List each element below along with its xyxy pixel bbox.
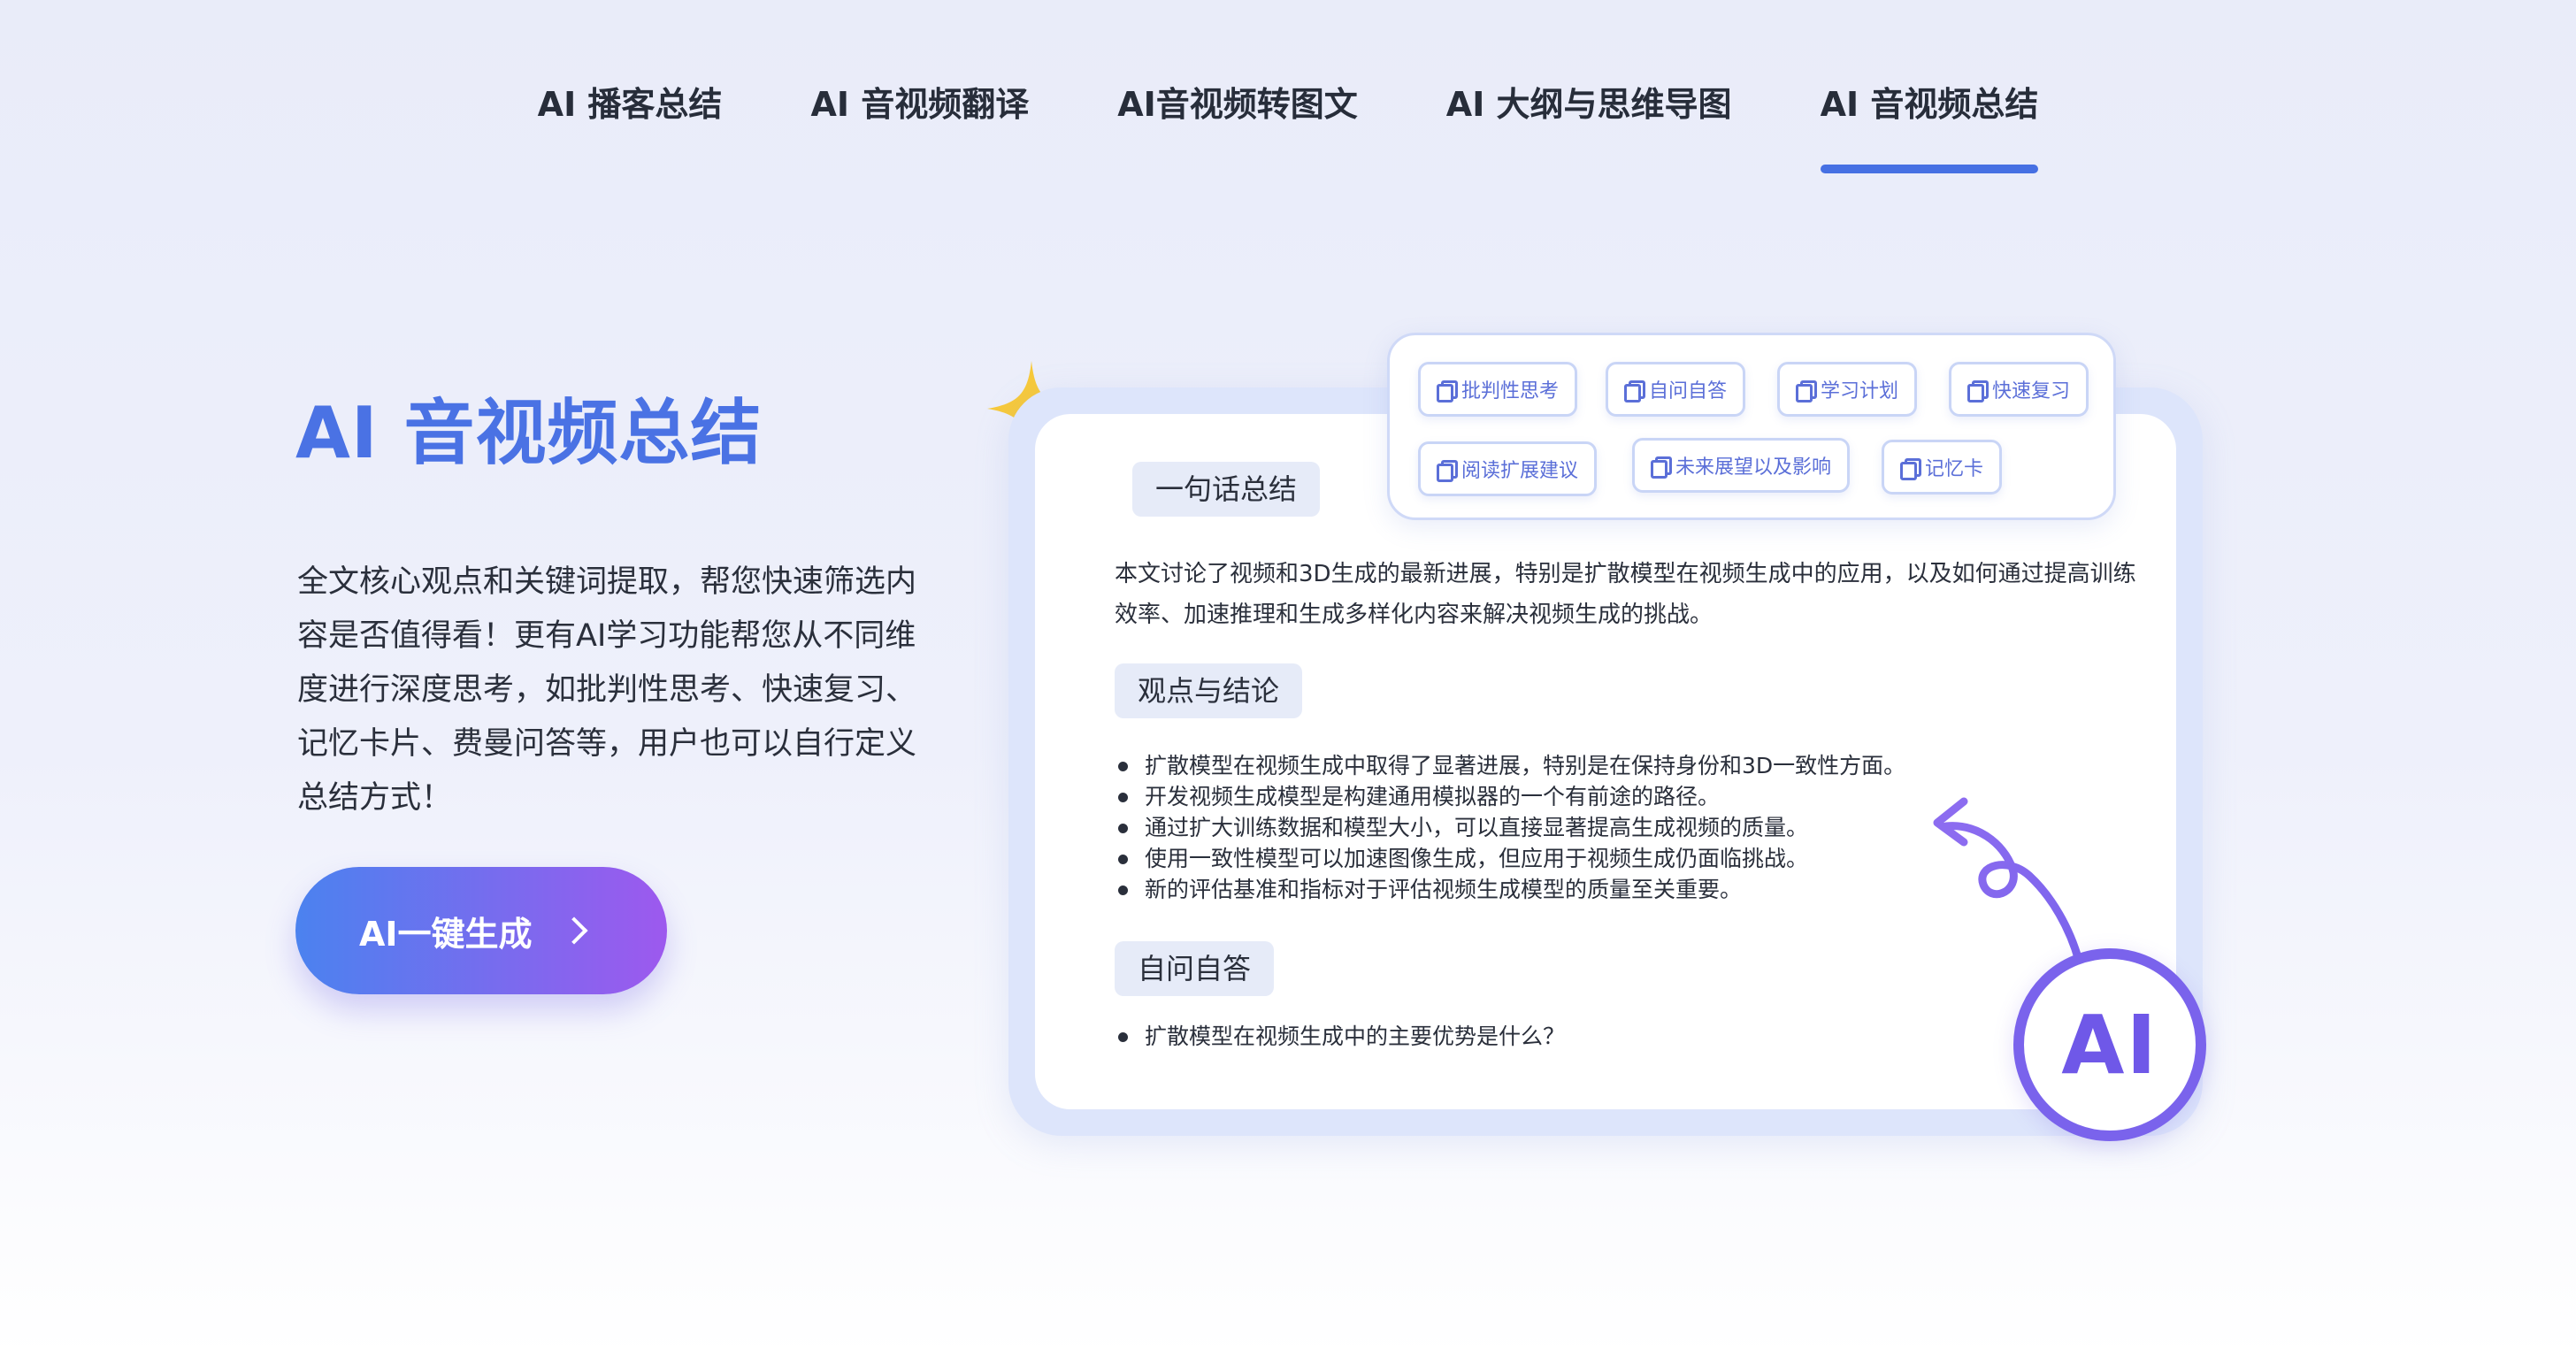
- copy-icon: [1437, 380, 1458, 402]
- tag-label: 阅读扩展建议: [1461, 460, 1579, 482]
- tag-study-plan[interactable]: 学习计划: [1777, 362, 1918, 417]
- list-item: 扩散模型在视频生成中的主要优势是什么？: [1115, 1021, 1565, 1052]
- copy-icon: [1796, 380, 1817, 402]
- list-item: 新的评估基准和指标对于评估视频生成模型的质量至关重要。: [1115, 874, 1905, 905]
- copy-icon: [1900, 458, 1921, 480]
- ai-badge-text: AI: [2061, 997, 2158, 1092]
- tag-future-outlook[interactable]: 未来展望以及影响: [1632, 438, 1851, 493]
- self-qa-list: 扩散模型在视频生成中的主要优势是什么？: [1115, 1021, 1565, 1052]
- one-sentence-summary: 本文讨论了视频和3D生成的最新进展，特别是扩散模型在视频生成中的应用，以及如何通…: [1115, 561, 2136, 628]
- tag-label: 未来展望以及影响: [1675, 456, 1832, 479]
- ai-generate-label: AI一键生成: [359, 914, 533, 954]
- tag-label: 学习计划: [1821, 380, 1899, 402]
- tab-av-summary[interactable]: AI 音视频总结: [1776, 76, 2083, 173]
- tab-av-translation[interactable]: AI 音视频翻译: [766, 76, 1073, 173]
- tag-flashcards[interactable]: 记忆卡: [1882, 440, 2003, 494]
- learning-mode-panel: 批判性思考 自问自答 学习计划 快速复习 阅读扩展建议 未来展望以及影响 记忆卡: [1387, 333, 2116, 520]
- feature-tabs: AI 播客总结 AI 音视频翻译 AI音视频转图文 AI 大纲与思维导图 AI …: [0, 76, 2576, 173]
- tag-label: 自问自答: [1649, 380, 1728, 402]
- tag-label: 记忆卡: [1925, 458, 1984, 480]
- tag-self-qa[interactable]: 自问自答: [1606, 362, 1746, 417]
- tag-reading-suggestions[interactable]: 阅读扩展建议: [1418, 441, 1598, 496]
- tab-outline-mindmap[interactable]: AI 大纲与思维导图: [1402, 76, 1776, 173]
- tab-av-to-article[interactable]: AI音视频转图文: [1073, 76, 1402, 173]
- tag-label: 批判性思考: [1461, 380, 1560, 402]
- viewpoints-list: 扩散模型在视频生成中取得了显著进展，特别是在保持身份和3D一致性方面。 开发视频…: [1115, 750, 1905, 905]
- list-item: 开发视频生成模型是构建通用模拟器的一个有前途的路径。: [1115, 781, 1905, 812]
- copy-icon: [1624, 380, 1645, 402]
- hero-title: AI 音视频总结: [295, 392, 763, 474]
- list-item: 使用一致性模型可以加速图像生成，但应用于视频生成仍面临挑战。: [1115, 843, 1905, 874]
- copy-icon: [1967, 380, 1989, 402]
- ai-generate-button[interactable]: AI一键生成: [295, 867, 667, 994]
- copy-icon: [1437, 460, 1458, 482]
- tab-podcast-summary[interactable]: AI 播客总结: [494, 76, 767, 173]
- chevron-right-icon: [560, 916, 588, 945]
- list-item: 扩散模型在视频生成中取得了显著进展，特别是在保持身份和3D一致性方面。: [1115, 750, 1905, 781]
- ai-badge: AI: [2013, 948, 2206, 1141]
- tag-critical-thinking[interactable]: 批判性思考: [1418, 362, 1578, 417]
- copy-icon: [1651, 456, 1672, 479]
- list-item: 通过扩大训练数据和模型大小，可以直接显著提高生成视频的质量。: [1115, 812, 1905, 843]
- section-title-self-qa: 自问自答: [1115, 941, 1275, 996]
- section-title-one-sentence: 一句话总结: [1132, 462, 1321, 517]
- section-title-viewpoints: 观点与结论: [1115, 663, 1303, 718]
- hero-description: 全文核心观点和关键词提取，帮您快速筛选内容是否值得看！更有AI学习功能帮您从不同…: [297, 564, 917, 816]
- tag-label: 快速复习: [1992, 380, 2071, 402]
- tag-quick-review[interactable]: 快速复习: [1949, 362, 2089, 417]
